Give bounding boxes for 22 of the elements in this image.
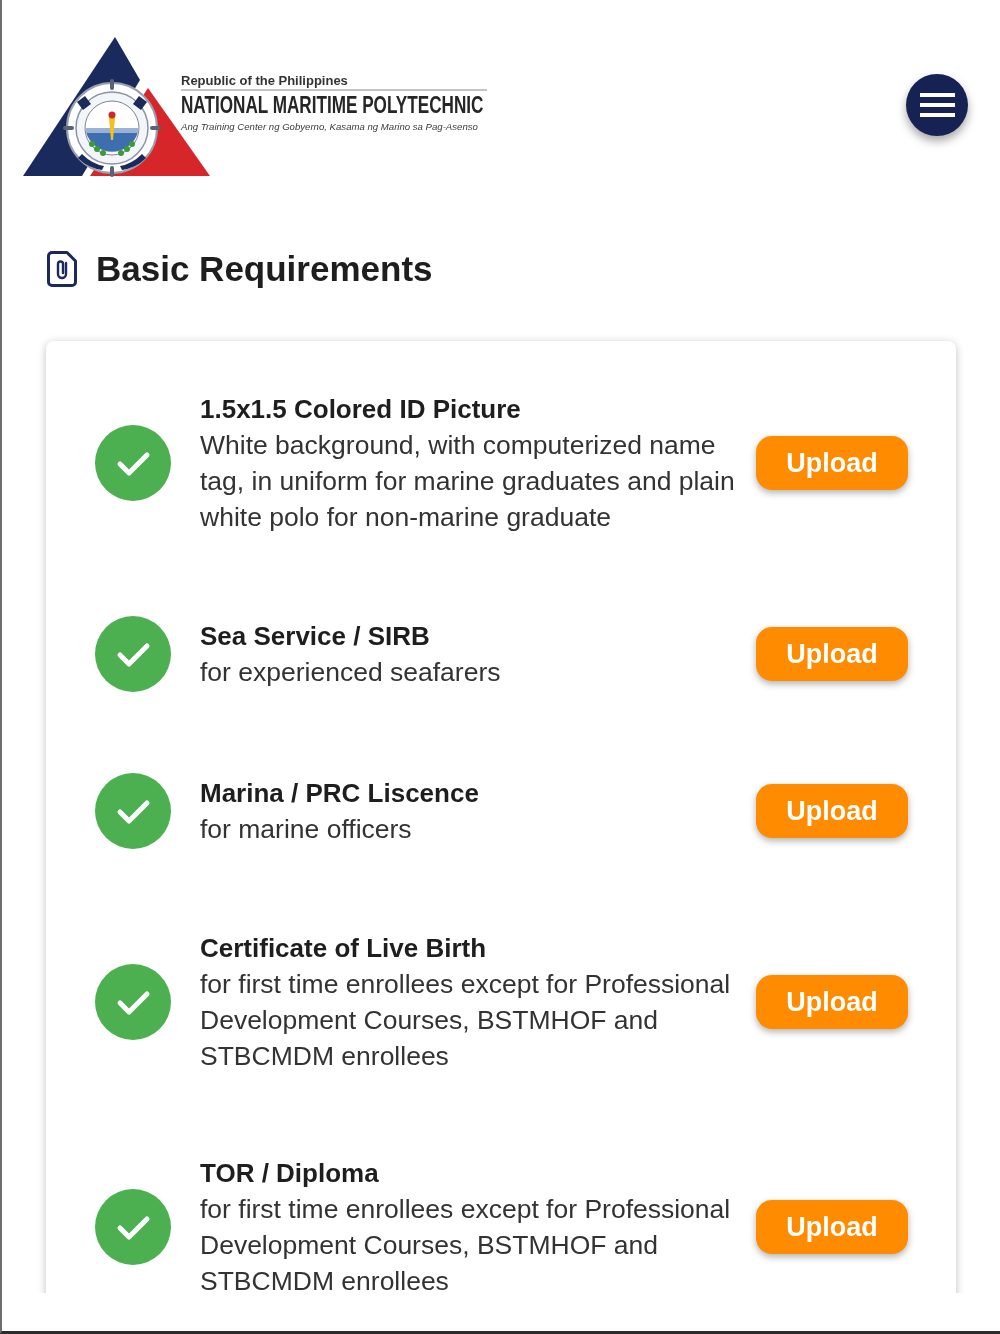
logo-subtitle: Republic of the Philippines xyxy=(181,73,348,88)
requirement-title: Sea Service / SIRB xyxy=(200,620,431,653)
upload-button[interactable]: Upload xyxy=(756,784,908,838)
requirement-title: 1.5x1.5 Colored ID Picture xyxy=(200,393,522,426)
requirement-description: for first time enrollees except for Professional Development Courses, BSTMHOF and STBCMDM enrollees xyxy=(200,968,732,1073)
requirement-description: for marine officers xyxy=(200,813,413,846)
upload-button[interactable]: Upload xyxy=(756,436,908,490)
page-title: Basic Requirements xyxy=(96,248,433,290)
document-clip-icon xyxy=(47,251,77,287)
requirement-description: for experienced seafarers xyxy=(200,656,502,689)
requirement-description: for first time enrollees except for Professional Development Courses, BSTMHOF and STBCMDM enrollees xyxy=(200,1193,732,1293)
requirement-description: White background, with computerized name tag, in uniform for marine graduates and plain white polo for non-marine graduate xyxy=(200,429,736,534)
logo-title: NATIONAL MARITIME POLYTECHNIC xyxy=(181,92,484,118)
menu-button[interactable] xyxy=(906,74,968,136)
logo-tagline: Ang Training Center ng Gobyerno, Kasama ng Marino sa Pag-Asenso xyxy=(181,121,478,133)
upload-button[interactable]: Upload xyxy=(756,627,908,681)
upload-button[interactable]: Upload xyxy=(756,975,908,1029)
requirement-title: Certificate of Live Birth xyxy=(200,932,488,965)
requirement-title: Marina / PRC Liscence xyxy=(200,777,480,810)
menu-icon xyxy=(919,93,955,117)
upload-button[interactable]: Upload xyxy=(756,1200,908,1254)
requirement-title: TOR / Diploma xyxy=(200,1157,380,1190)
